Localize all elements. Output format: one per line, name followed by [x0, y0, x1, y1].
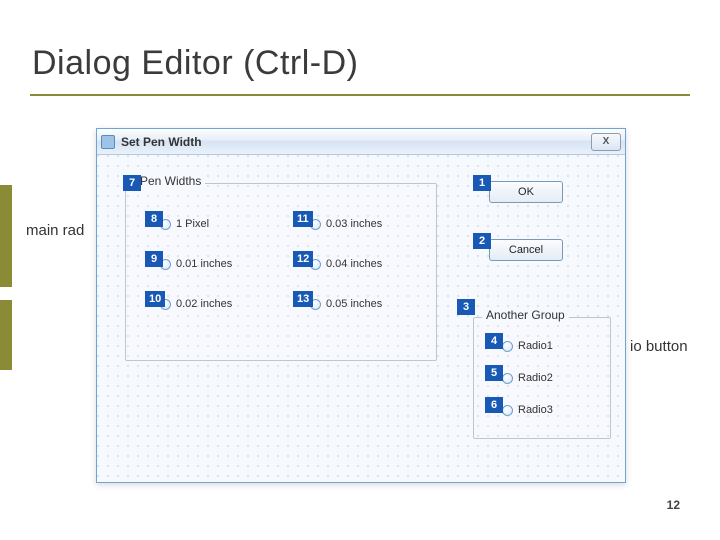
taborder-tag-11: 11 [293, 211, 313, 227]
radio-1-pixel[interactable]: 1 Pixel [160, 218, 209, 230]
group-pen-legend: Pen Widths [136, 174, 205, 188]
taborder-tag-9: 9 [145, 251, 163, 267]
radio-label: 1 Pixel [176, 218, 209, 230]
page-number: 12 [667, 498, 680, 512]
group-pen-widths: Pen Widths 1 Pixel 0.01 inches 0.02 inch… [125, 183, 437, 361]
radio-radio1[interactable]: Radio1 [502, 340, 553, 352]
taborder-tag-13: 13 [293, 291, 313, 307]
radio-radio2[interactable]: Radio2 [502, 372, 553, 384]
taborder-tag-4: 4 [485, 333, 503, 349]
radio-label: 0.05 inches [326, 298, 382, 310]
dialog-body[interactable]: Pen Widths 1 Pixel 0.01 inches 0.02 inch… [97, 155, 625, 482]
page-title: Dialog Editor (Ctrl-D) [32, 44, 359, 83]
taborder-tag-8: 8 [145, 211, 163, 227]
titlebar[interactable]: Set Pen Width X [97, 129, 625, 155]
radio-icon [502, 373, 513, 384]
cancel-label: Cancel [509, 244, 543, 256]
radio-label: 0.04 inches [326, 258, 382, 270]
taborder-tag-3: 3 [457, 299, 475, 315]
radio-0-01-in[interactable]: 0.01 inches [160, 258, 232, 270]
radio-icon [502, 341, 513, 352]
radio-label: Radio3 [518, 404, 553, 416]
taborder-tag-1: 1 [473, 175, 491, 191]
radio-label: 0.02 inches [176, 298, 232, 310]
radio-0-05-in[interactable]: 0.05 inches [310, 298, 382, 310]
accent-bar [0, 185, 12, 287]
ok-button[interactable]: OK [489, 181, 563, 203]
taborder-tag-7: 7 [123, 175, 141, 191]
left-annotation: main rad [26, 222, 84, 239]
radio-radio3[interactable]: Radio3 [502, 404, 553, 416]
radio-label: 0.03 inches [326, 218, 382, 230]
close-button[interactable]: X [591, 133, 621, 151]
radio-0-02-in[interactable]: 0.02 inches [160, 298, 232, 310]
dialog-title: Set Pen Width [121, 135, 585, 149]
taborder-tag-5: 5 [485, 365, 503, 381]
taborder-tag-6: 6 [485, 397, 503, 413]
cancel-button[interactable]: Cancel [489, 239, 563, 261]
radio-label: Radio1 [518, 340, 553, 352]
radio-label: Radio2 [518, 372, 553, 384]
radio-0-04-in[interactable]: 0.04 inches [310, 258, 382, 270]
app-icon [101, 135, 115, 149]
taborder-tag-10: 10 [145, 291, 165, 307]
close-icon: X [603, 136, 610, 147]
radio-0-03-in[interactable]: 0.03 inches [310, 218, 382, 230]
group-another-legend: Another Group [482, 308, 569, 322]
taborder-tag-12: 12 [293, 251, 313, 267]
radio-icon [502, 405, 513, 416]
radio-label: 0.01 inches [176, 258, 232, 270]
title-underline [30, 94, 690, 96]
dialog-window: Set Pen Width X Pen Widths 1 Pixel 0.01 … [96, 128, 626, 483]
right-annotation: io button [630, 338, 688, 355]
taborder-tag-2: 2 [473, 233, 491, 249]
accent-bar [0, 300, 12, 370]
ok-label: OK [518, 186, 534, 198]
